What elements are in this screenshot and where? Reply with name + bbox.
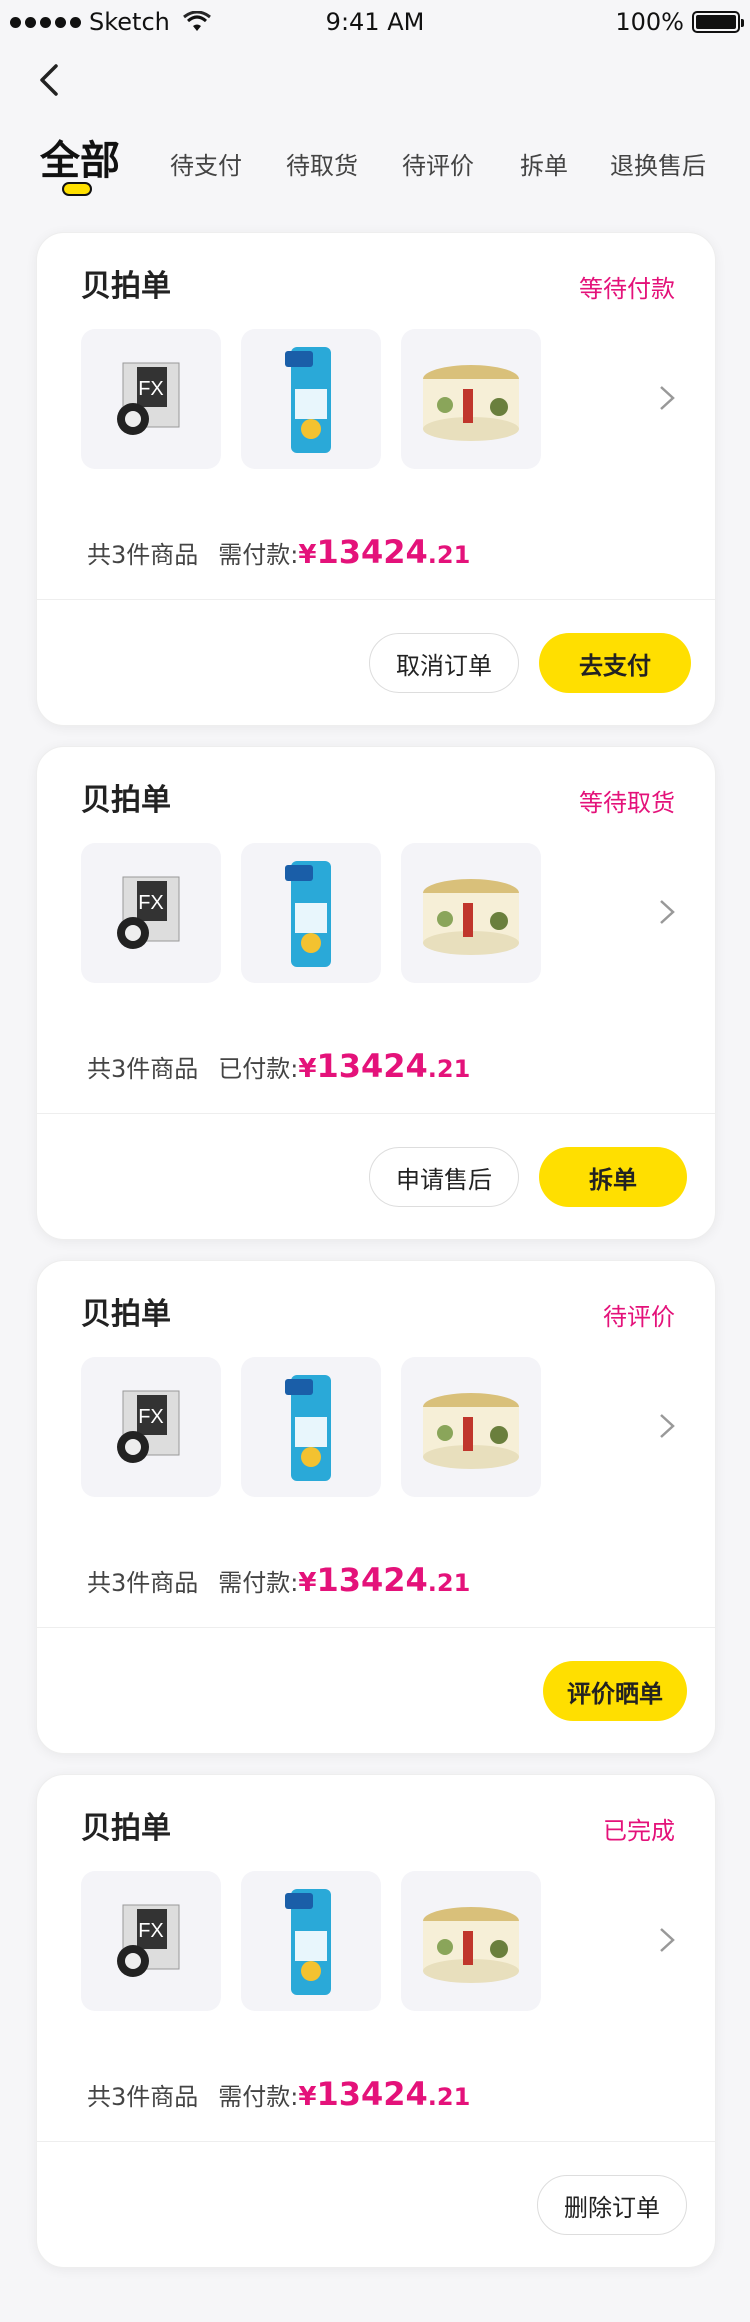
pay-button[interactable]: 去支付 (539, 633, 691, 693)
product-image-eyedrops[interactable]: FX (81, 843, 221, 983)
order-summary: 共3件商品 需付款: ¥13424.21 (87, 1561, 470, 1599)
order-title: 贝拍单 (81, 1811, 171, 1846)
item-count: 共3件商品 (87, 2083, 199, 2111)
svg-text:FX: FX (138, 892, 164, 914)
status-right: 100% (615, 8, 744, 36)
order-status: 等待付款 (579, 275, 675, 303)
tab-active-indicator (62, 182, 92, 196)
order-actions: 评价晒单 (543, 1661, 687, 1721)
item-count: 共3件商品 (87, 541, 199, 569)
chevron-right-icon[interactable] (655, 1925, 679, 1955)
product-image-sunscreen[interactable] (241, 1357, 381, 1497)
product-image-sunscreen[interactable] (241, 329, 381, 469)
order-price: ¥13424.21 (298, 1047, 471, 1085)
order-price: ¥13424.21 (298, 2075, 471, 2113)
pay-label: 需付款: (218, 541, 299, 569)
order-tabs: 全部 待支付 待取货 待评价 拆单 退换售后 (40, 128, 730, 200)
order-summary: 共3件商品 需付款: ¥13424.21 (87, 2075, 470, 2113)
status-bar: Sketch 9:41 AM 100% (0, 0, 750, 44)
product-image-eyedrops[interactable]: FX (81, 1357, 221, 1497)
tab-returns[interactable]: 退换售后 (610, 146, 706, 181)
chevron-right-icon[interactable] (655, 1411, 679, 1441)
divider (37, 1627, 715, 1628)
tab-split-order[interactable]: 拆单 (520, 146, 568, 181)
order-status: 等待取货 (579, 789, 675, 817)
order-title: 贝拍单 (81, 1297, 171, 1332)
divider (37, 599, 715, 600)
battery-percent: 100% (615, 8, 684, 36)
divider (37, 1113, 715, 1114)
product-image-cream-jar[interactable] (401, 843, 541, 983)
product-image-eyedrops[interactable]: FX (81, 329, 221, 469)
delete-order-button[interactable]: 删除订单 (537, 2175, 687, 2235)
order-summary: 共3件商品 已付款: ¥13424.21 (87, 1047, 470, 1085)
review-button[interactable]: 评价晒单 (543, 1661, 687, 1721)
svg-text:FX: FX (138, 1920, 164, 1942)
order-card[interactable]: 贝拍单 待评价 FX 共3件商品 需付款: ¥13424.21 评价晒单 (36, 1260, 716, 1754)
after-sales-button[interactable]: 申请售后 (369, 1147, 519, 1207)
battery-icon (692, 11, 744, 33)
tab-pending-pickup[interactable]: 待取货 (286, 146, 358, 181)
order-status: 已完成 (603, 1817, 675, 1845)
product-thumbnails[interactable]: FX (81, 1357, 541, 1497)
chevron-right-icon[interactable] (655, 383, 679, 413)
item-count: 共3件商品 (87, 1569, 199, 1597)
order-card[interactable]: 贝拍单 等待付款 FX 共3件商品 需付款: ¥13424.21 取消订单 去支… (36, 232, 716, 726)
tab-pending-payment[interactable]: 待支付 (170, 146, 242, 181)
order-actions: 删除订单 (537, 2175, 687, 2235)
divider (37, 2141, 715, 2142)
order-title: 贝拍单 (81, 269, 171, 304)
order-status: 待评价 (603, 1303, 675, 1331)
product-image-cream-jar[interactable] (401, 329, 541, 469)
order-actions: 取消订单 去支付 (369, 633, 691, 693)
split-order-button[interactable]: 拆单 (539, 1147, 687, 1207)
svg-text:FX: FX (138, 378, 164, 400)
pay-label: 已付款: (218, 1055, 299, 1083)
order-price: ¥13424.21 (298, 1561, 471, 1599)
item-count: 共3件商品 (87, 1055, 199, 1083)
product-thumbnails[interactable]: FX (81, 843, 541, 983)
product-thumbnails[interactable]: FX (81, 329, 541, 469)
tab-pending-review[interactable]: 待评价 (402, 146, 474, 181)
product-image-sunscreen[interactable] (241, 1871, 381, 2011)
order-price: ¥13424.21 (298, 533, 471, 571)
back-icon[interactable] (30, 60, 70, 100)
pay-label: 需付款: (218, 2083, 299, 2111)
tab-all[interactable]: 全部 (40, 128, 120, 186)
order-list-page: Sketch 9:41 AM 100% 全部 待支付 待取货 待评价 拆单 退换… (0, 0, 750, 2322)
product-thumbnails[interactable]: FX (81, 1871, 541, 2011)
product-image-cream-jar[interactable] (401, 1871, 541, 2011)
order-title: 贝拍单 (81, 783, 171, 818)
product-image-sunscreen[interactable] (241, 843, 381, 983)
svg-text:FX: FX (138, 1406, 164, 1428)
product-image-eyedrops[interactable]: FX (81, 1871, 221, 2011)
order-card[interactable]: 贝拍单 等待取货 FX 共3件商品 已付款: ¥13424.21 申请售后 拆单 (36, 746, 716, 1240)
order-actions: 申请售后 拆单 (369, 1147, 687, 1207)
pay-label: 需付款: (218, 1569, 299, 1597)
product-image-cream-jar[interactable] (401, 1357, 541, 1497)
chevron-right-icon[interactable] (655, 897, 679, 927)
order-summary: 共3件商品 需付款: ¥13424.21 (87, 533, 470, 571)
cancel-order-button[interactable]: 取消订单 (369, 633, 519, 693)
order-card[interactable]: 贝拍单 已完成 FX 共3件商品 需付款: ¥13424.21 删除订单 (36, 1774, 716, 2268)
